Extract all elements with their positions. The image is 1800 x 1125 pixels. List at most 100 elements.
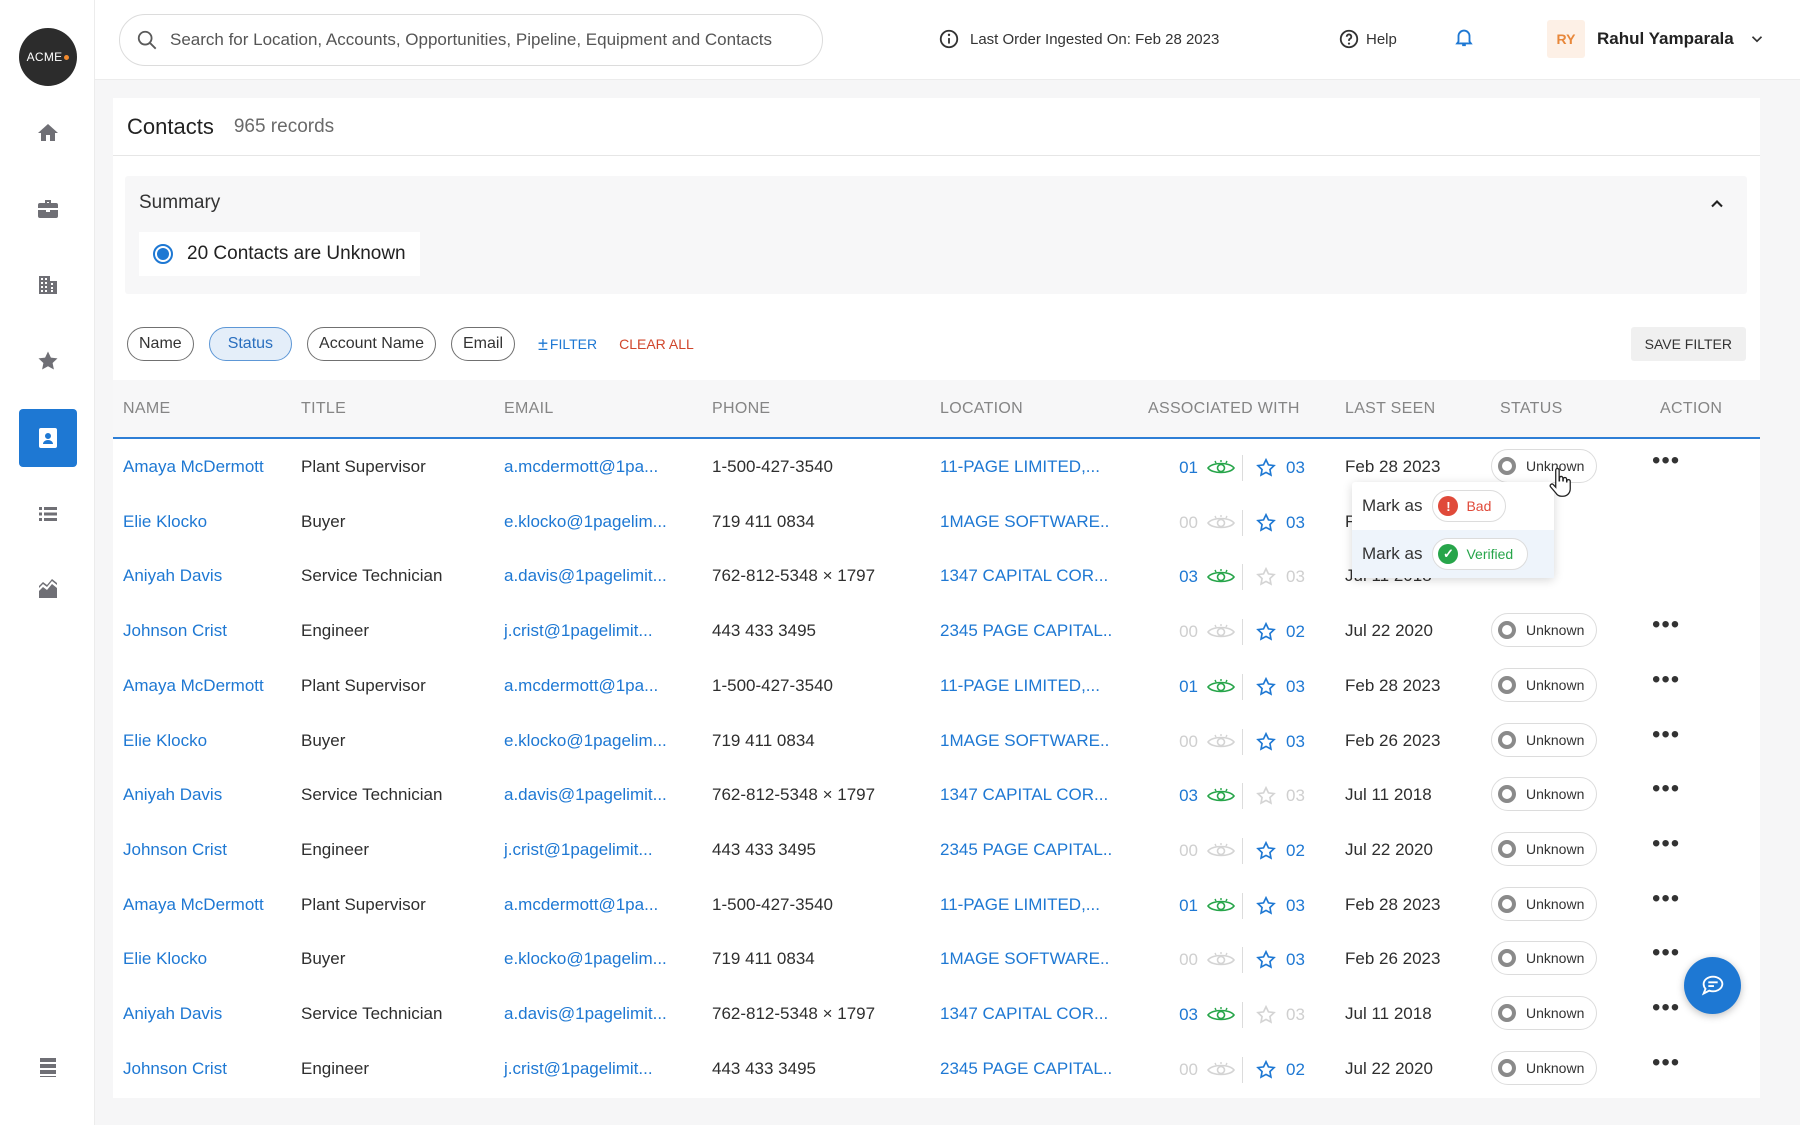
- contact-name-link[interactable]: Aniyah Davis: [123, 785, 222, 805]
- col-title[interactable]: TITLE: [301, 400, 346, 418]
- search-input[interactable]: [170, 30, 810, 50]
- associated-count[interactable]: 03: [1176, 786, 1198, 806]
- more-actions-button[interactable]: •••: [1652, 996, 1680, 1020]
- sidebar-item-contacts[interactable]: [19, 409, 77, 467]
- associated-count[interactable]: 00: [1176, 732, 1198, 752]
- status-badge[interactable]: Unknown: [1491, 886, 1598, 921]
- more-actions-button[interactable]: •••: [1652, 831, 1680, 855]
- status-badge[interactable]: Unknown: [1491, 667, 1598, 702]
- contact-location-link[interactable]: 1MAGE SOFTWARE..: [940, 512, 1109, 532]
- contact-location-link[interactable]: 1347 CAPITAL COR...: [940, 785, 1108, 805]
- contact-email-link[interactable]: a.mcdermott@1pa...: [504, 457, 658, 477]
- col-location[interactable]: LOCATION: [940, 400, 1023, 418]
- contact-location-link[interactable]: 2345 PAGE CAPITAL..: [940, 840, 1112, 860]
- col-email[interactable]: EMAIL: [504, 400, 554, 418]
- collapse-summary-button[interactable]: [1707, 194, 1727, 214]
- contact-name-link[interactable]: Elie Klocko: [123, 731, 207, 751]
- notifications-button[interactable]: [1453, 26, 1479, 52]
- sidebar-item-opportunities[interactable]: [19, 180, 77, 238]
- contact-name-link[interactable]: Johnson Crist: [123, 621, 227, 641]
- favorite-count[interactable]: 03: [1286, 458, 1305, 478]
- contact-location-link[interactable]: 1MAGE SOFTWARE..: [940, 731, 1109, 751]
- contact-location-link[interactable]: 11-PAGE LIMITED,...: [940, 457, 1100, 477]
- contact-email-link[interactable]: j.crist@1pagelimit...: [504, 1059, 653, 1079]
- favorite-count[interactable]: 03: [1286, 786, 1305, 806]
- status-badge[interactable]: Unknown: [1491, 831, 1598, 866]
- table-row[interactable]: Johnson Crist Engineer j.crist@1pagelimit.…: [113, 824, 1760, 879]
- associated-count[interactable]: 00: [1176, 513, 1198, 533]
- associated-count[interactable]: 01: [1176, 458, 1198, 478]
- contact-name-link[interactable]: Aniyah Davis: [123, 566, 222, 586]
- associated-count[interactable]: 03: [1176, 567, 1198, 587]
- contact-location-link[interactable]: 1MAGE SOFTWARE..: [940, 949, 1109, 969]
- favorite-count[interactable]: 03: [1286, 513, 1305, 533]
- status-badge[interactable]: Unknown: [1491, 613, 1598, 648]
- sidebar-item-accounts[interactable]: [19, 256, 77, 314]
- associated-count[interactable]: 01: [1176, 677, 1198, 697]
- mark-as-bad-option[interactable]: Mark as ! Bad: [1352, 482, 1554, 530]
- contact-email-link[interactable]: e.klocko@1pagelim...: [504, 512, 667, 532]
- more-actions-button[interactable]: •••: [1652, 722, 1680, 746]
- mark-as-verified-option[interactable]: Mark as ✓ Verified: [1352, 530, 1554, 578]
- associated-count[interactable]: 00: [1176, 841, 1198, 861]
- associated-count[interactable]: 01: [1176, 896, 1198, 916]
- table-row[interactable]: Aniyah Davis Service Technician a.davis@1p…: [113, 769, 1760, 824]
- col-associated[interactable]: ASSOCIATED WITH: [1148, 400, 1300, 418]
- more-actions-button[interactable]: •••: [1652, 941, 1680, 965]
- contact-location-link[interactable]: 11-PAGE LIMITED,...: [940, 676, 1100, 696]
- more-actions-button[interactable]: •••: [1652, 667, 1680, 691]
- contact-name-link[interactable]: Aniyah Davis: [123, 1004, 222, 1024]
- unknown-contacts-option[interactable]: 20 Contacts are Unknown: [139, 232, 420, 276]
- contact-location-link[interactable]: 11-PAGE LIMITED,...: [940, 895, 1100, 915]
- table-row[interactable]: Elie Klocko Buyer e.klocko@1pagelim... 719 …: [113, 715, 1760, 770]
- contact-location-link[interactable]: 1347 CAPITAL COR...: [940, 1004, 1108, 1024]
- contact-email-link[interactable]: a.davis@1pagelimit...: [504, 785, 667, 805]
- contact-name-link[interactable]: Amaya McDermott: [123, 457, 264, 477]
- radio-selected[interactable]: [153, 244, 173, 264]
- status-badge[interactable]: Unknown: [1491, 941, 1598, 976]
- sidebar-item-favorites[interactable]: [19, 332, 77, 390]
- filter-chip-status[interactable]: Status: [208, 327, 293, 361]
- contact-name-link[interactable]: Amaya McDermott: [123, 895, 264, 915]
- col-status[interactable]: STATUS: [1500, 400, 1563, 418]
- status-badge[interactable]: Unknown: [1491, 777, 1598, 812]
- col-last-seen[interactable]: LAST SEEN: [1345, 400, 1435, 418]
- contact-name-link[interactable]: Johnson Crist: [123, 1059, 227, 1079]
- sidebar-item-more[interactable]: [19, 1038, 77, 1096]
- sidebar-item-home[interactable]: [19, 104, 77, 162]
- contact-email-link[interactable]: a.mcdermott@1pa...: [504, 676, 658, 696]
- contact-location-link[interactable]: 1347 CAPITAL COR...: [940, 566, 1108, 586]
- chat-button[interactable]: [1684, 957, 1741, 1014]
- favorite-count[interactable]: 03: [1286, 567, 1305, 587]
- table-row[interactable]: Amaya McDermott Plant Supervisor a.mcdermo…: [113, 660, 1760, 715]
- save-filter-button[interactable]: SAVE FILTER: [1630, 327, 1746, 361]
- more-actions-button[interactable]: •••: [1652, 777, 1680, 801]
- sidebar-item-pipeline[interactable]: [19, 485, 77, 543]
- add-filter-button[interactable]: ± FILTER: [538, 334, 597, 355]
- contact-email-link[interactable]: j.crist@1pagelimit...: [504, 621, 653, 641]
- col-name[interactable]: NAME: [123, 400, 170, 418]
- more-actions-button[interactable]: •••: [1652, 1050, 1680, 1074]
- acme-logo[interactable]: ACME: [19, 28, 77, 86]
- contact-name-link[interactable]: Elie Klocko: [123, 949, 207, 969]
- contact-location-link[interactable]: 2345 PAGE CAPITAL..: [940, 621, 1112, 641]
- associated-count[interactable]: 00: [1176, 1060, 1198, 1080]
- contact-email-link[interactable]: a.davis@1pagelimit...: [504, 566, 667, 586]
- filter-chip-account-name[interactable]: Account Name: [307, 327, 436, 361]
- contact-name-link[interactable]: Johnson Crist: [123, 840, 227, 860]
- favorite-count[interactable]: 02: [1286, 622, 1305, 642]
- table-row[interactable]: Aniyah Davis Service Technician a.davis@1p…: [113, 988, 1760, 1043]
- user-menu[interactable]: RY Rahul Yamparala: [1547, 20, 1766, 58]
- filter-chip-email[interactable]: Email: [450, 327, 515, 361]
- filter-chip-name[interactable]: Name: [127, 327, 194, 361]
- associated-count[interactable]: 00: [1176, 622, 1198, 642]
- more-actions-button[interactable]: •••: [1652, 613, 1680, 637]
- contact-email-link[interactable]: e.klocko@1pagelim...: [504, 731, 667, 751]
- contact-location-link[interactable]: 2345 PAGE CAPITAL..: [940, 1059, 1112, 1079]
- table-row[interactable]: Amaya McDermott Plant Supervisor a.mcdermo…: [113, 879, 1760, 934]
- more-actions-button[interactable]: •••: [1652, 886, 1680, 910]
- contact-email-link[interactable]: a.davis@1pagelimit...: [504, 1004, 667, 1024]
- status-badge[interactable]: Unknown: [1491, 449, 1598, 483]
- table-row[interactable]: Johnson Crist Engineer j.crist@1pagelimit.…: [113, 1043, 1760, 1098]
- table-row[interactable]: Johnson Crist Engineer j.crist@1pagelimit.…: [113, 605, 1760, 660]
